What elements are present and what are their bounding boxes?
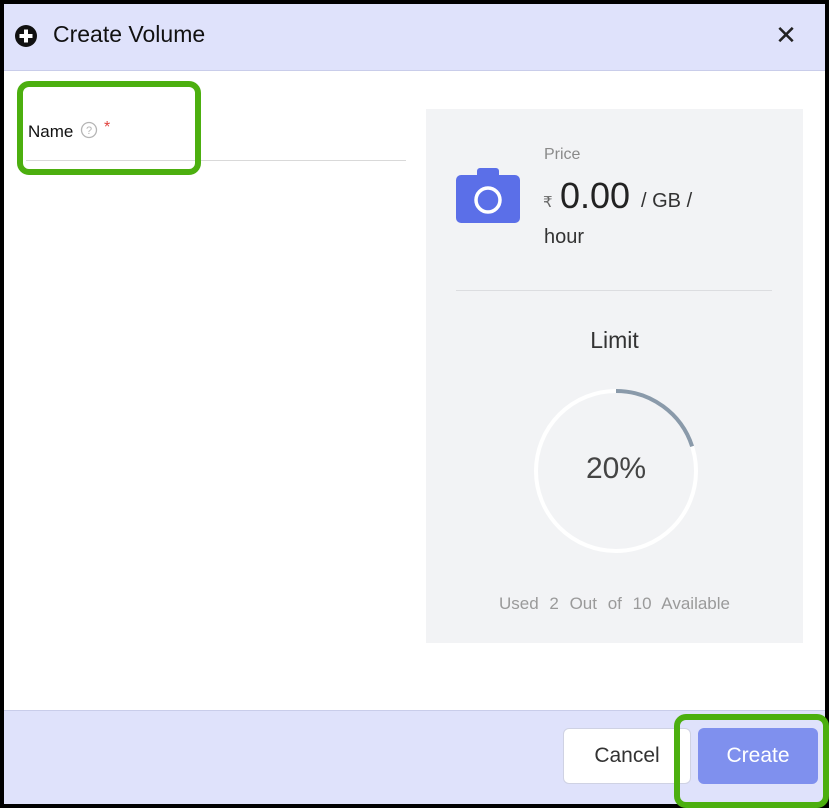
dialog-header: Create Volume ✕ xyxy=(4,4,825,71)
price-unit-period: hour xyxy=(544,226,585,248)
currency-symbol: ₹ xyxy=(543,194,553,211)
create-highlight-box xyxy=(674,714,829,808)
price-limit-panel: Price ₹ 0.00 / GB / hour Limit 20% Used … xyxy=(426,109,803,643)
cancel-button[interactable]: Cancel xyxy=(563,728,691,784)
gauge-percent-text: 20% xyxy=(585,452,647,485)
panel-divider xyxy=(456,290,772,291)
limit-title: Limit xyxy=(590,327,639,353)
price-label: Price xyxy=(544,146,581,163)
dialog-title: Create Volume xyxy=(53,21,206,47)
name-highlight-box xyxy=(17,81,201,175)
price-amount: 0.00 xyxy=(560,175,631,216)
price-unit: / GB / xyxy=(641,190,693,212)
close-icon: ✕ xyxy=(775,20,797,50)
camera-icon xyxy=(456,168,520,223)
create-volume-dialog: Create Volume ✕ Name ? * Price ₹ 0.00 / … xyxy=(0,0,829,808)
usage-text: Used 2 Out of 10 Available xyxy=(499,594,730,613)
plus-circle-icon xyxy=(15,25,37,47)
close-button[interactable]: ✕ xyxy=(773,21,799,49)
